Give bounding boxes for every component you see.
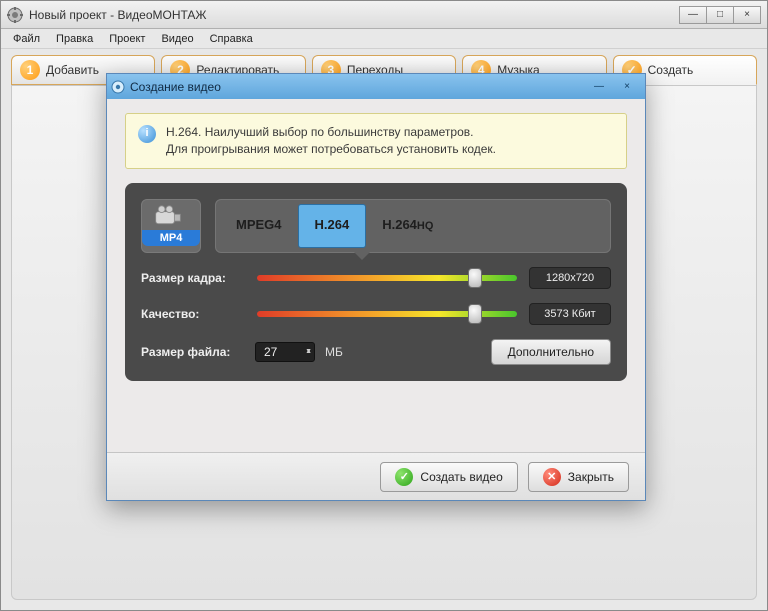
codec-selector: MPEG4 H.264 H.264HQ	[215, 199, 611, 253]
filesize-row: Размер файла: 27 ▲ ▼ МБ Дополнительно	[141, 339, 611, 365]
frame-size-slider[interactable]	[257, 275, 517, 281]
menu-edit[interactable]: Правка	[48, 31, 101, 47]
quality-row: Качество: 3573 Кбит	[141, 303, 611, 325]
camcorder-icon	[154, 204, 188, 228]
frame-size-row: Размер кадра: 1280x720	[141, 267, 611, 289]
info-icon: i	[138, 125, 156, 143]
dialog-titlebar[interactable]: Создание видео — ×	[107, 74, 645, 99]
codec-option-mpeg4[interactable]: MPEG4	[220, 204, 298, 248]
quality-label: Качество:	[141, 307, 245, 321]
filesize-label: Размер файла:	[141, 345, 245, 359]
minimize-button[interactable]: —	[679, 6, 707, 24]
menu-video[interactable]: Видео	[153, 31, 201, 47]
settings-panel: MP4 MPEG4 H.264 H.264HQ Размер кадра: 12…	[125, 183, 627, 381]
menu-help[interactable]: Справка	[202, 31, 261, 47]
dialog-footer: ✓ Создать видео ✕ Закрыть	[107, 452, 645, 500]
slider-thumb[interactable]	[468, 304, 482, 324]
tab-label: Создать	[648, 63, 694, 77]
step-number-icon: 1	[20, 60, 40, 80]
frame-size-label: Размер кадра:	[141, 271, 245, 285]
tab-label: Добавить	[46, 63, 99, 77]
maximize-button[interactable]: □	[706, 6, 734, 24]
dialog-body: i H.264. Наилучший выбор по большинству …	[107, 99, 645, 452]
info-box: i H.264. Наилучший выбор по большинству …	[125, 113, 627, 169]
create-video-button[interactable]: ✓ Создать видео	[380, 462, 517, 492]
close-dialog-button[interactable]: ✕ Закрыть	[528, 462, 629, 492]
dialog-close-button[interactable]: ×	[613, 79, 641, 95]
quality-value: 3573 Кбит	[529, 303, 611, 325]
close-button[interactable]: ×	[733, 6, 761, 24]
gear-icon	[111, 80, 125, 94]
slider-thumb[interactable]	[468, 268, 482, 288]
menu-file[interactable]: Файл	[5, 31, 48, 47]
codec-option-h264-hq[interactable]: H.264HQ	[366, 204, 449, 248]
menubar: Файл Правка Проект Видео Справка	[1, 29, 767, 49]
dialog-title: Создание видео	[130, 80, 585, 94]
main-titlebar: Новый проект - ВидеоМОНТАЖ — □ ×	[1, 1, 767, 29]
advanced-button[interactable]: Дополнительно	[491, 339, 611, 365]
close-icon: ✕	[543, 468, 561, 486]
filesize-value: 27	[264, 345, 277, 359]
button-label: Создать видео	[420, 470, 502, 484]
info-text: H.264. Наилучший выбор по большинству па…	[166, 124, 496, 158]
codec-option-h264[interactable]: H.264	[298, 204, 367, 248]
frame-size-value: 1280x720	[529, 267, 611, 289]
menu-project[interactable]: Проект	[101, 31, 153, 47]
check-icon: ✓	[395, 468, 413, 486]
selector-arrow-icon	[354, 252, 370, 260]
app-icon	[7, 7, 23, 23]
format-badge: MP4	[141, 199, 201, 253]
create-video-dialog: Создание видео — × i H.264. Наилучший вы…	[106, 73, 646, 501]
button-label: Закрыть	[568, 470, 614, 484]
window-title: Новый проект - ВидеоМОНТАЖ	[29, 8, 679, 22]
window-controls: — □ ×	[679, 6, 761, 24]
dialog-minimize-button[interactable]: —	[585, 79, 613, 95]
info-line2: Для проигрывания может потребоваться уст…	[166, 141, 496, 158]
info-line1: H.264. Наилучший выбор по большинству па…	[166, 124, 496, 141]
filesize-unit: МБ	[325, 345, 343, 359]
quality-slider[interactable]	[257, 311, 517, 317]
codec-row: MP4 MPEG4 H.264 H.264HQ	[141, 199, 611, 253]
filesize-spinner[interactable]: 27 ▲ ▼	[255, 342, 315, 362]
format-label: MP4	[142, 230, 200, 246]
